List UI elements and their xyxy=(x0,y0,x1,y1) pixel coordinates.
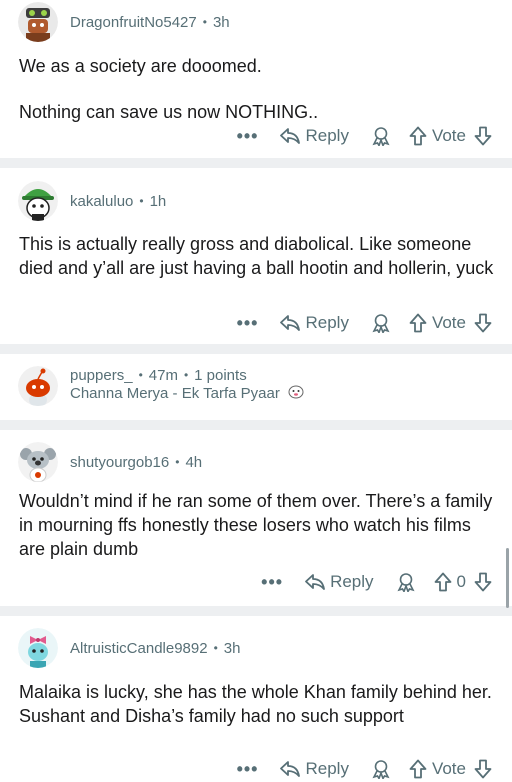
comment-3-collapsed[interactable]: puppers_ • 47m • 1 points Channa Merya - Ek … xyxy=(0,354,512,420)
username[interactable]: shutyourgob16 xyxy=(70,454,169,471)
comment-meta: shutyourgob16 • 4h xyxy=(70,453,203,471)
reply-label: Reply xyxy=(305,759,349,778)
vote-count: Vote xyxy=(431,126,466,145)
reply-button[interactable]: Reply xyxy=(280,759,349,779)
comment-body: We as a society are dooomed. Nothing can… xyxy=(19,54,494,124)
downvote-icon[interactable] xyxy=(474,126,492,146)
comment-header: shutyourgob16 • 4h xyxy=(18,442,202,482)
comment-meta: puppers_ • 47m • 1 points Channa Merya - Ek … xyxy=(70,367,305,402)
vote-count: Vote xyxy=(431,759,466,778)
comment-2: kakaluluo • 1h This is actually really gro… xyxy=(0,168,512,344)
comment-separator xyxy=(0,344,512,354)
timestamp: 3h xyxy=(212,13,230,31)
award-icon xyxy=(372,760,390,779)
comment-paragraph: Wouldn’t mind if he ran some of them ove… xyxy=(19,491,493,559)
comment-actions: ••• Reply 0 xyxy=(261,569,492,595)
comment-body: Malaika is lucky, she has the whole Khan… xyxy=(19,680,494,728)
reply-icon xyxy=(280,315,301,331)
reply-label: Reply xyxy=(305,313,349,332)
timestamp: 3h xyxy=(223,639,241,657)
award-button[interactable] xyxy=(371,759,391,779)
upvote-icon[interactable] xyxy=(434,572,452,592)
vote-group: 0 xyxy=(434,572,492,592)
more-options-button[interactable]: ••• xyxy=(237,126,259,147)
koala-avatar-icon[interactable] xyxy=(18,442,58,482)
robot-avatar-icon[interactable] xyxy=(18,2,58,42)
username[interactable]: AltruisticCandle9892 xyxy=(70,640,208,657)
comment-actions: ••• Reply Vote xyxy=(237,123,492,149)
vote-count: 0 xyxy=(456,572,466,591)
snoo-avatar-icon[interactable] xyxy=(18,366,58,406)
comment-5: AltruisticCandle9892 • 3h Malaika is lucky… xyxy=(0,616,512,782)
more-options-button[interactable]: ••• xyxy=(261,572,283,593)
comment-actions: ••• Reply Vote xyxy=(237,756,492,782)
award-icon xyxy=(372,314,390,333)
downvote-icon[interactable] xyxy=(474,759,492,779)
username[interactable]: kakaluluo xyxy=(70,193,133,210)
upvote-icon[interactable] xyxy=(409,759,427,779)
scrollbar[interactable] xyxy=(506,548,509,608)
comment-body: Wouldn’t mind if he ran some of them ove… xyxy=(19,489,494,561)
vote-group: Vote xyxy=(409,759,492,779)
comment-paragraph: We as a society are dooomed. xyxy=(19,56,262,76)
timestamp: 1h xyxy=(149,192,167,210)
comment-separator xyxy=(0,420,512,430)
username[interactable]: puppers_ xyxy=(70,367,133,384)
reply-label: Reply xyxy=(305,126,349,145)
vote-group: Vote xyxy=(409,313,492,333)
comment-separator xyxy=(0,158,512,168)
comment-meta: DragonfruitNo5427 • 3h xyxy=(70,13,230,31)
reply-icon xyxy=(280,128,301,144)
points: 1 points xyxy=(194,367,247,384)
comment-1: DragonfruitNo5427 • 3h We as a society are… xyxy=(0,0,512,158)
vote-count: Vote xyxy=(431,313,466,332)
comment-separator xyxy=(0,606,512,616)
user-flair: Channa Merya - Ek Tarfa Pyaar xyxy=(70,385,305,402)
comment-paragraph: Malaika is lucky, she has the whole Khan… xyxy=(19,682,492,726)
comment-header: puppers_ • 47m • 1 points Channa Merya - Ek … xyxy=(18,366,305,410)
green-hat-avatar-icon[interactable] xyxy=(18,181,58,221)
comment-header: kakaluluo • 1h xyxy=(18,181,166,221)
comment-meta: AltruisticCandle9892 • 3h xyxy=(70,639,241,657)
reply-button[interactable]: Reply xyxy=(305,572,374,592)
award-button[interactable] xyxy=(396,572,416,592)
reply-icon xyxy=(280,761,301,777)
upvote-icon[interactable] xyxy=(409,126,427,146)
comment-4: shutyourgob16 • 4h Wouldn’t mind if he ran… xyxy=(0,430,512,606)
flair-emoji-icon xyxy=(288,385,304,399)
comment-body: This is actually really gross and diabol… xyxy=(19,232,494,280)
bow-avatar-icon[interactable] xyxy=(18,628,58,668)
award-icon xyxy=(397,573,415,592)
reply-label: Reply xyxy=(330,572,374,591)
username[interactable]: DragonfruitNo5427 xyxy=(70,14,197,31)
downvote-icon[interactable] xyxy=(474,313,492,333)
comment-paragraph: Nothing can save us now NOTHING.. xyxy=(19,102,319,122)
reply-button[interactable]: Reply xyxy=(280,126,349,146)
comment-header: AltruisticCandle9892 • 3h xyxy=(18,628,240,668)
award-icon xyxy=(372,127,390,146)
upvote-icon[interactable] xyxy=(409,313,427,333)
timestamp: 4h xyxy=(185,453,203,471)
award-button[interactable] xyxy=(371,313,391,333)
comment-paragraph: This is actually really gross and diabol… xyxy=(19,234,494,278)
comment-meta: kakaluluo • 1h xyxy=(70,192,167,210)
comment-actions: ••• Reply Vote xyxy=(237,310,492,336)
comment-header: DragonfruitNo5427 • 3h xyxy=(18,2,230,42)
more-options-button[interactable]: ••• xyxy=(237,313,259,334)
downvote-icon[interactable] xyxy=(474,572,492,592)
vote-group: Vote xyxy=(409,126,492,146)
reply-button[interactable]: Reply xyxy=(280,313,349,333)
award-button[interactable] xyxy=(371,126,391,146)
reply-icon xyxy=(305,574,325,590)
more-options-button[interactable]: ••• xyxy=(237,759,259,780)
timestamp: 47m xyxy=(148,367,178,384)
